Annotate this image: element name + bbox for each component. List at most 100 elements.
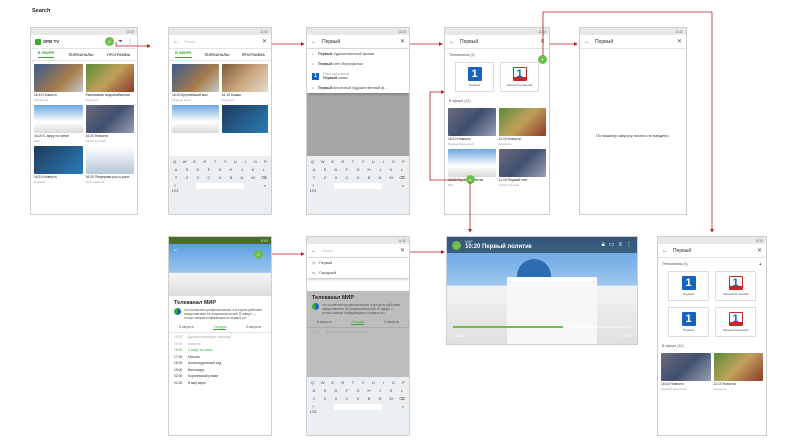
key[interactable]: K <box>387 167 395 172</box>
channel-card[interactable]: 1 Первый Крымский <box>500 62 539 92</box>
back-arrow-icon[interactable]: ← <box>173 39 179 45</box>
search-key-icon[interactable]: ⌕ <box>399 404 407 414</box>
key[interactable]: T <box>349 380 356 385</box>
channel-card[interactable]: 1 Первый Крымский <box>715 271 756 301</box>
key[interactable]: R <box>201 159 208 164</box>
key[interactable]: L <box>260 167 268 172</box>
schedule-row[interactable]: 15:30 Даниил переходит ножницы <box>174 335 266 339</box>
key[interactable]: B <box>365 175 373 180</box>
key[interactable]: Z <box>183 175 191 180</box>
key[interactable]: M <box>387 175 395 180</box>
key[interactable]: Y <box>360 380 367 385</box>
list-item[interactable]: 16:20 С миру по нитке Мир <box>34 105 83 143</box>
key[interactable]: J <box>376 388 384 393</box>
shift-icon[interactable]: ⇧ <box>310 396 318 401</box>
key[interactable]: W <box>181 159 188 164</box>
back-arrow-icon[interactable]: ← <box>662 248 668 254</box>
more-icon[interactable]: ⋮ <box>626 242 632 248</box>
key[interactable]: P <box>400 159 407 164</box>
more-icon[interactable]: ⋮ <box>127 39 133 45</box>
suggestion-item[interactable]: ⌕ Первый встречный Художественный ф... <box>307 83 409 93</box>
key[interactable]: I <box>380 159 387 164</box>
key[interactable]: W <box>319 380 326 385</box>
key[interactable]: O <box>252 159 259 164</box>
search-key-icon[interactable]: ⌕ <box>261 183 269 193</box>
key[interactable]: U <box>370 380 377 385</box>
search-icon[interactable]: ⌕ <box>105 37 115 46</box>
key[interactable]: Z <box>321 396 329 401</box>
key[interactable]: N <box>238 175 246 180</box>
backspace-icon[interactable]: ⌫ <box>398 175 406 180</box>
fn-key[interactable]: ?123 <box>309 183 317 193</box>
key[interactable]: U <box>370 159 377 164</box>
key[interactable]: T <box>211 159 218 164</box>
tab-channels[interactable]: ТЕЛЕКАНАЛЫ <box>204 53 230 57</box>
key[interactable]: L <box>398 388 406 393</box>
tab-on-air[interactable]: В ЭФИРЕ <box>175 51 192 58</box>
key[interactable]: C <box>343 396 351 401</box>
chevron-down-icon[interactable]: ⌄ <box>173 247 178 253</box>
key[interactable]: G <box>354 388 362 393</box>
lock-icon[interactable]: 🔒︎ <box>602 242 605 248</box>
back-arrow-icon[interactable]: ← <box>449 39 455 45</box>
key[interactable]: M <box>387 396 395 401</box>
schedule-row[interactable]: 17:00 Миссия <box>174 355 266 359</box>
key[interactable]: P <box>262 159 269 164</box>
backspace-icon[interactable]: ⌫ <box>260 175 268 180</box>
back-arrow-icon[interactable]: ← <box>584 39 590 45</box>
suggestion-item[interactable]: ◷ Городской <box>307 268 409 278</box>
schedule-row[interactable]: 18:00 Александровский сад <box>174 361 266 365</box>
list-item[interactable]: 16:10 Новости Первый Крымский <box>661 353 711 391</box>
key[interactable]: E <box>329 380 336 385</box>
close-icon[interactable]: ✕ <box>262 39 267 45</box>
key[interactable]: G <box>216 167 224 172</box>
key[interactable]: O <box>390 380 397 385</box>
list-item[interactable]: 11:10 Первый снег СССР Русский <box>498 149 546 187</box>
key[interactable]: Q <box>309 159 316 164</box>
key[interactable]: X <box>332 175 340 180</box>
close-icon[interactable]: ✕ <box>540 39 545 45</box>
list-icon[interactable]: ≡ <box>618 242 622 248</box>
spacebar[interactable] <box>334 183 382 189</box>
close-icon[interactable]: ✕ <box>400 39 405 45</box>
key[interactable]: Q <box>309 380 316 385</box>
key[interactable]: S <box>321 167 329 172</box>
key[interactable]: A <box>172 167 180 172</box>
suggestion-item[interactable]: ◷ Первый <box>307 258 409 268</box>
list-item[interactable]: 16:20 Крупнейший мос Первый канал <box>172 64 219 102</box>
backspace-icon[interactable]: ⌫ <box>398 396 406 401</box>
channel-card[interactable]: 1 Первый <box>668 271 709 301</box>
key[interactable]: R <box>339 380 346 385</box>
key[interactable]: R <box>339 159 346 164</box>
key[interactable]: B <box>365 396 373 401</box>
schedule-row[interactable]: 19:00 Вагонедор <box>174 368 266 372</box>
list-item[interactable]: 16:10 Новости Россия 24 <box>34 64 83 102</box>
list-item[interactable]: 11:10 Новости Карусель <box>498 108 546 146</box>
collapse-icon[interactable]: ▲ <box>758 262 762 266</box>
spacebar[interactable] <box>196 183 244 189</box>
suggestion-item[interactable]: ⌕ Первый Художественный фильм <box>307 49 409 59</box>
key[interactable]: B <box>227 175 235 180</box>
key[interactable]: M <box>249 175 257 180</box>
key[interactable]: I <box>242 159 249 164</box>
key[interactable]: N <box>376 175 384 180</box>
fn-key[interactable]: ?123 <box>309 404 317 414</box>
key[interactable]: F <box>343 388 351 393</box>
tab-day-prev[interactable]: 8 августа <box>179 325 194 330</box>
tab-day-today[interactable]: Сегодня <box>213 325 227 330</box>
key[interactable]: D <box>332 167 340 172</box>
fn-key[interactable]: ?123 <box>171 183 179 193</box>
key[interactable]: G <box>354 167 362 172</box>
key[interactable]: J <box>376 167 384 172</box>
key[interactable]: J <box>238 167 246 172</box>
key[interactable]: D <box>332 388 340 393</box>
list-item[interactable] <box>172 105 219 133</box>
suggestion-item[interactable]: 1 Игра престолов Первый канал <box>307 69 409 83</box>
key[interactable]: V <box>354 175 362 180</box>
search-input[interactable]: Первый <box>322 39 395 45</box>
search-key-icon[interactable]: ⌕ <box>399 183 407 193</box>
back-arrow-icon[interactable]: ← <box>311 39 317 45</box>
close-icon[interactable]: ✕ <box>757 248 762 254</box>
key[interactable]: H <box>365 167 373 172</box>
back-arrow-icon[interactable]: ← <box>311 248 317 254</box>
